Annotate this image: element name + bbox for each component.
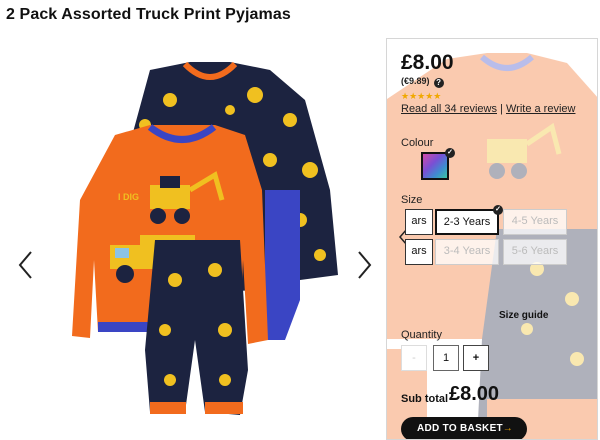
check-icon: ✓ [445,148,455,158]
product-image: I DIG [0,40,380,440]
size-option[interactable]: ars [405,239,433,265]
size-option-selected[interactable]: 2-3 Years [435,209,499,235]
size-guide-link[interactable]: Size guide [499,310,548,321]
read-reviews-link[interactable]: Read all 34 reviews [401,103,497,115]
size-option[interactable]: 3-4 Years [435,239,499,265]
add-to-basket-label: ADD TO BASKET [417,423,503,434]
size-option[interactable]: 5-6 Years [503,239,567,265]
subtotal-label: Sub total [401,393,449,405]
colour-label: Colour [401,137,434,149]
arrow-right-icon: → [502,423,513,434]
quantity-increase-button[interactable]: + [463,345,489,371]
subtotal-value: £8.00 [449,383,500,405]
rating-stars: ★★★★★ [401,91,442,101]
product-title: 2 Pack Assorted Truck Print Pyjamas [6,6,291,23]
price: £8.00 [401,51,454,74]
reviews-separator: | [500,103,503,115]
navy-pyjama-trousers [145,240,248,415]
blue-trousers [265,190,300,340]
size-option[interactable]: 4-5 Years [503,209,567,235]
svg-text:I DIG: I DIG [118,192,139,202]
size-option[interactable]: ars [405,209,433,235]
price-eur-value: (€9.89) [401,76,430,86]
quantity-label: Quantity [401,329,442,341]
colour-swatch[interactable] [421,152,449,180]
add-to-basket-button[interactable]: ADD TO BASKET → [401,417,527,439]
chevron-right-icon[interactable] [354,250,374,280]
reviews-links: Read all 34 reviews | Write a review [401,103,575,115]
help-icon[interactable]: ? [433,78,444,88]
purchase-panel: £8.00 (€9.89)? ★★★★★ Read all 34 reviews… [386,38,598,440]
quantity-input[interactable]: 1 [433,345,459,371]
price-eur: (€9.89)? [401,76,444,88]
write-review-link[interactable]: Write a review [506,103,575,115]
chevron-left-icon[interactable] [16,250,36,280]
size-label: Size [401,194,423,206]
quantity-decrease-button[interactable]: - [401,345,427,371]
check-icon: ✓ [493,205,503,215]
